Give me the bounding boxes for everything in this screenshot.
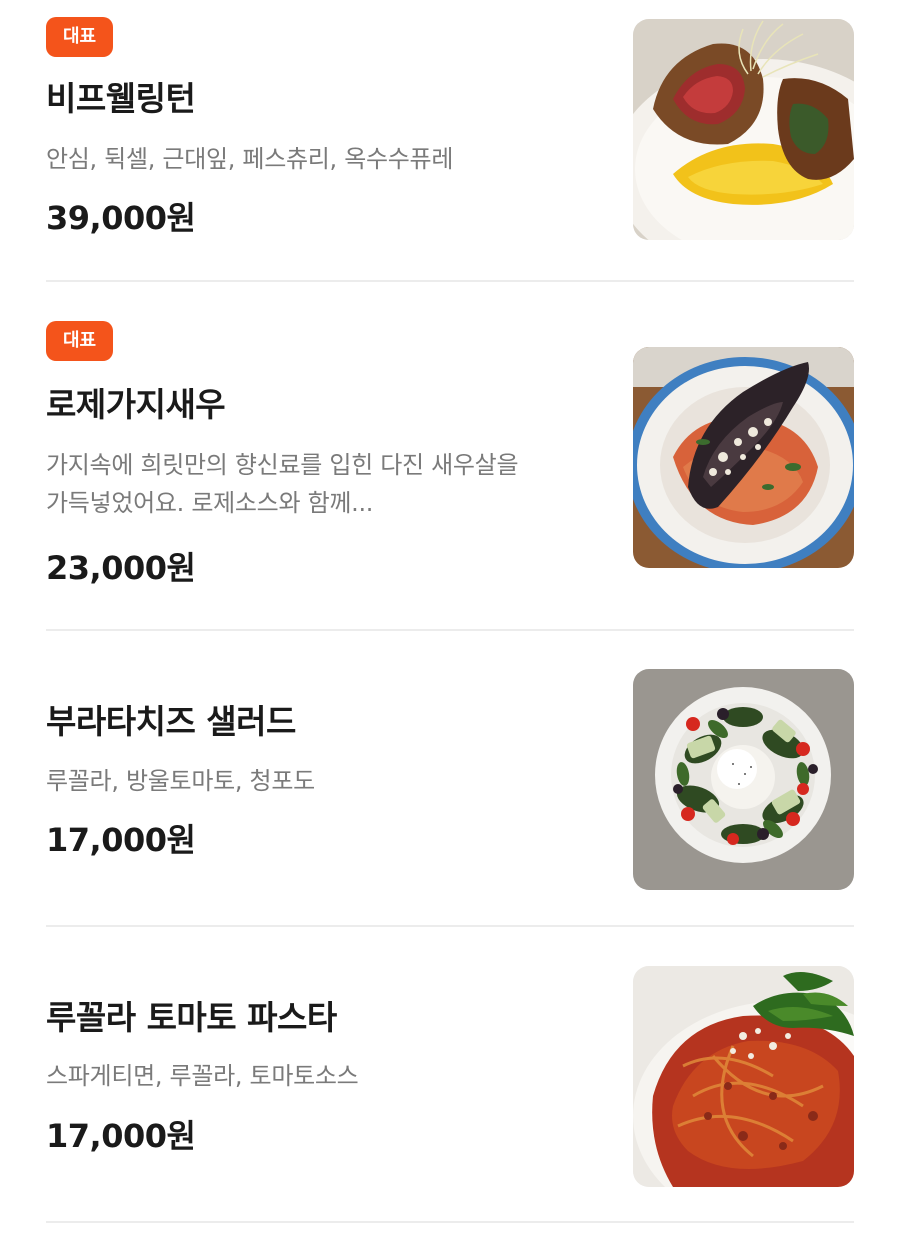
- menu-item-description: 안심, 뒥셀, 근대잎, 페스츄리, 옥수수퓨레: [46, 145, 454, 173]
- menu-item-beef-wellington[interactable]: 대표 비프웰링턴 안심, 뒥셀, 근대잎, 페스츄리, 옥수수퓨레 39,000…: [46, 16, 854, 242]
- beef-wellington-photo: [633, 19, 854, 240]
- menu-item-description: 루꼴라, 방울토마토, 청포도: [46, 767, 315, 795]
- item-divider: [46, 925, 854, 927]
- menu-item-rose-eggplant-shrimp[interactable]: 대표 로제가지새우 가지속에 희릿만의 향신료를 입힌 다진 새우살을 가득넣었…: [46, 320, 854, 587]
- menu-item-name: 비프웰링턴: [46, 79, 196, 118]
- menu-item-burrata-salad[interactable]: 부라타치즈 샐러드 루꼴라, 방울토마토, 청포도 17,000원: [46, 669, 854, 891]
- menu-item-arugula-tomato-pasta[interactable]: 루꼴라 토마토 파스타 스파게티면, 루꼴라, 토마토소스 17,000원: [46, 965, 854, 1187]
- menu-item-price: 23,000원: [46, 549, 196, 587]
- menu-list: 대표 비프웰링턴 안심, 뒥셀, 근대잎, 페스츄리, 옥수수퓨레 39,000…: [0, 0, 900, 1247]
- item-divider: [46, 1221, 854, 1223]
- menu-item-photo: [633, 966, 854, 1187]
- menu-item-photo: [633, 19, 854, 240]
- burrata-salad-photo: [633, 669, 854, 890]
- menu-item-name: 로제가지새우: [46, 385, 226, 424]
- menu-item-photo: [633, 347, 854, 568]
- menu-item-name: 루꼴라 토마토 파스타: [46, 998, 337, 1037]
- menu-item-description: 스파게티면, 루꼴라, 토마토소스: [46, 1062, 359, 1090]
- menu-item-description: 가지속에 희릿만의 향신료를 입힌 다진 새우살을 가득넣었어요. 로제소스와 …: [46, 451, 519, 517]
- signature-badge: 대표: [46, 17, 113, 57]
- arugula-tomato-pasta-photo: [633, 966, 854, 1187]
- signature-badge: 대표: [46, 321, 113, 361]
- menu-item-name: 부라타치즈 샐러드: [46, 702, 296, 741]
- menu-item-price: 17,000원: [46, 821, 196, 859]
- menu-item-price: 17,000원: [46, 1117, 196, 1155]
- menu-item-photo: [633, 669, 854, 890]
- menu-item-price: 39,000원: [46, 199, 196, 237]
- rose-eggplant-shrimp-photo: [633, 347, 854, 568]
- item-divider: [46, 629, 854, 631]
- item-divider: [46, 280, 854, 282]
